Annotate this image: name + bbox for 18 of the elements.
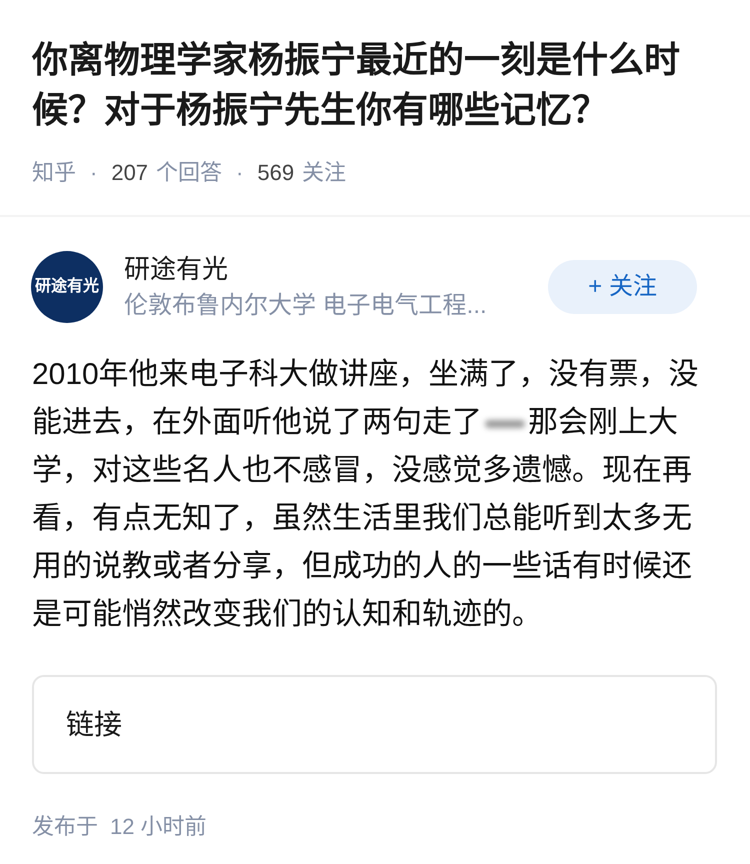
- blur-smudge-icon: [485, 420, 525, 428]
- source-label: 知乎: [32, 159, 76, 187]
- published-time: 12 小时前: [110, 813, 207, 841]
- separator-dot: ·: [89, 159, 98, 187]
- count-number: 207: [111, 159, 148, 187]
- count-label: 个回答: [156, 159, 222, 187]
- link-card[interactable]: 链接: [32, 675, 717, 774]
- author-name[interactable]: 研途有光: [124, 251, 228, 287]
- published-label: 发布于: [32, 813, 98, 841]
- author-description: 伦敦布鲁内尔大学 电子电气工程...: [124, 291, 487, 321]
- question-title: 你离物理学家杨振宁最近的一刻是什么时候？对于杨振宁先生你有哪些记忆？: [32, 38, 681, 132]
- answer-text: 2010年他来电子科大做讲座，坐满了，没有票，没能进去，在外面听他说了两句走了 那会刚上大学，对这些名人也不感冒，没感觉多遗憾。现在再看，有点无知了，虽然生活里我们总能听到太多无用的说教或者分享，但成功的人的一些话有时候还是可能悄然改变我们的认知和轨迹的。: [32, 357, 700, 633]
- separator-dot: ·: [235, 159, 244, 187]
- count-number: 569: [257, 159, 294, 187]
- follow-button[interactable]: + 关注: [548, 260, 697, 314]
- link-label: 链接: [66, 708, 122, 742]
- count-label: 关注: [302, 159, 346, 187]
- author-avatar[interactable]: 研途有光: [31, 251, 103, 323]
